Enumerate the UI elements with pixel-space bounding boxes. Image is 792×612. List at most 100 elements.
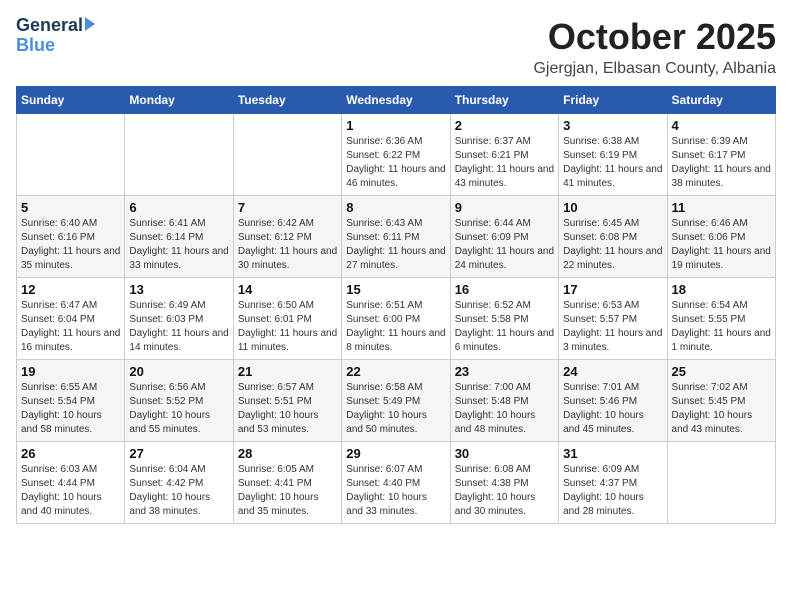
day-info: Sunrise: 6:49 AM Sunset: 6:03 PM Dayligh… (129, 299, 228, 355)
calendar-cell: 26 Sunrise: 6:03 AM Sunset: 4:44 PM Dayli… (17, 442, 125, 524)
logo-arrow-icon (85, 17, 95, 31)
calendar-cell (667, 442, 775, 524)
day-number: 12 (21, 282, 120, 297)
day-info: Sunrise: 6:52 AM Sunset: 5:58 PM Dayligh… (455, 299, 554, 355)
calendar-cell: 24 Sunrise: 7:01 AM Sunset: 5:46 PM Dayli… (559, 360, 667, 442)
day-number: 27 (129, 446, 228, 461)
page-header: General Blue October 2025 Gjergjan, Elba… (16, 16, 776, 78)
calendar-table: SundayMondayTuesdayWednesdayThursdayFrid… (16, 86, 776, 524)
title-area: October 2025 Gjergjan, Elbasan County, A… (533, 16, 776, 78)
day-info: Sunrise: 6:37 AM Sunset: 6:21 PM Dayligh… (455, 135, 554, 191)
calendar-cell: 30 Sunrise: 6:08 AM Sunset: 4:38 PM Dayli… (450, 442, 558, 524)
calendar-cell: 20 Sunrise: 6:56 AM Sunset: 5:52 PM Dayli… (125, 360, 233, 442)
day-number: 8 (346, 200, 445, 215)
day-info: Sunrise: 6:07 AM Sunset: 4:40 PM Dayligh… (346, 463, 445, 519)
day-number: 25 (672, 364, 771, 379)
calendar-cell: 3 Sunrise: 6:38 AM Sunset: 6:19 PM Daylig… (559, 114, 667, 196)
day-number: 7 (238, 200, 337, 215)
weekday-header-friday: Friday (559, 87, 667, 114)
calendar-week-1: 1 Sunrise: 6:36 AM Sunset: 6:22 PM Daylig… (17, 114, 776, 196)
weekday-header-sunday: Sunday (17, 87, 125, 114)
day-info: Sunrise: 7:00 AM Sunset: 5:48 PM Dayligh… (455, 381, 554, 437)
day-number: 10 (563, 200, 662, 215)
weekday-header-thursday: Thursday (450, 87, 558, 114)
day-info: Sunrise: 7:01 AM Sunset: 5:46 PM Dayligh… (563, 381, 662, 437)
calendar-cell: 8 Sunrise: 6:43 AM Sunset: 6:11 PM Daylig… (342, 196, 450, 278)
day-number: 22 (346, 364, 445, 379)
day-info: Sunrise: 6:45 AM Sunset: 6:08 PM Dayligh… (563, 217, 662, 273)
day-number: 14 (238, 282, 337, 297)
day-number: 24 (563, 364, 662, 379)
weekday-header-monday: Monday (125, 87, 233, 114)
month-title: October 2025 (533, 16, 776, 58)
day-info: Sunrise: 6:36 AM Sunset: 6:22 PM Dayligh… (346, 135, 445, 191)
calendar-cell: 11Sunrise: 6:46 AM Sunset: 6:06 PM Dayli… (667, 196, 775, 278)
calendar-cell: 9Sunrise: 6:44 AM Sunset: 6:09 PM Daylig… (450, 196, 558, 278)
day-number: 5 (21, 200, 120, 215)
day-number: 13 (129, 282, 228, 297)
weekday-header-row: SundayMondayTuesdayWednesdayThursdayFrid… (17, 87, 776, 114)
day-info: Sunrise: 6:08 AM Sunset: 4:38 PM Dayligh… (455, 463, 554, 519)
day-info: Sunrise: 6:55 AM Sunset: 5:54 PM Dayligh… (21, 381, 120, 437)
calendar-cell: 1 Sunrise: 6:36 AM Sunset: 6:22 PM Daylig… (342, 114, 450, 196)
day-number: 16 (455, 282, 554, 297)
weekday-header-saturday: Saturday (667, 87, 775, 114)
day-number: 19 (21, 364, 120, 379)
logo: General Blue (16, 16, 95, 56)
calendar-week-3: 12Sunrise: 6:47 AM Sunset: 6:04 PM Dayli… (17, 278, 776, 360)
calendar-cell: 7 Sunrise: 6:42 AM Sunset: 6:12 PM Daylig… (233, 196, 341, 278)
calendar-cell: 29 Sunrise: 6:07 AM Sunset: 4:40 PM Dayli… (342, 442, 450, 524)
day-number: 18 (672, 282, 771, 297)
day-info: Sunrise: 6:42 AM Sunset: 6:12 PM Dayligh… (238, 217, 337, 273)
calendar-cell: 28Sunrise: 6:05 AM Sunset: 4:41 PM Dayli… (233, 442, 341, 524)
calendar-week-2: 5 Sunrise: 6:40 AM Sunset: 6:16 PM Daylig… (17, 196, 776, 278)
calendar-cell: 12Sunrise: 6:47 AM Sunset: 6:04 PM Dayli… (17, 278, 125, 360)
calendar-cell: 4 Sunrise: 6:39 AM Sunset: 6:17 PM Daylig… (667, 114, 775, 196)
day-info: Sunrise: 6:43 AM Sunset: 6:11 PM Dayligh… (346, 217, 445, 273)
calendar-cell: 25 Sunrise: 7:02 AM Sunset: 5:45 PM Dayli… (667, 360, 775, 442)
calendar-cell: 13 Sunrise: 6:49 AM Sunset: 6:03 PM Dayli… (125, 278, 233, 360)
day-number: 23 (455, 364, 554, 379)
day-number: 6 (129, 200, 228, 215)
day-number: 15 (346, 282, 445, 297)
day-number: 2 (455, 118, 554, 133)
calendar-cell (17, 114, 125, 196)
day-info: Sunrise: 6:40 AM Sunset: 6:16 PM Dayligh… (21, 217, 120, 273)
day-number: 29 (346, 446, 445, 461)
day-number: 20 (129, 364, 228, 379)
day-number: 26 (21, 446, 120, 461)
weekday-header-wednesday: Wednesday (342, 87, 450, 114)
day-info: Sunrise: 6:03 AM Sunset: 4:44 PM Dayligh… (21, 463, 120, 519)
day-info: Sunrise: 6:58 AM Sunset: 5:49 PM Dayligh… (346, 381, 445, 437)
calendar-cell: 6 Sunrise: 6:41 AM Sunset: 6:14 PM Daylig… (125, 196, 233, 278)
calendar-cell (125, 114, 233, 196)
day-info: Sunrise: 6:38 AM Sunset: 6:19 PM Dayligh… (563, 135, 662, 191)
day-info: Sunrise: 6:46 AM Sunset: 6:06 PM Dayligh… (672, 217, 771, 273)
logo-text-line2: Blue (16, 36, 55, 56)
calendar-cell: 17Sunrise: 6:53 AM Sunset: 5:57 PM Dayli… (559, 278, 667, 360)
location-subtitle: Gjergjan, Elbasan County, Albania (533, 60, 776, 78)
calendar-week-5: 26 Sunrise: 6:03 AM Sunset: 4:44 PM Dayli… (17, 442, 776, 524)
day-info: Sunrise: 6:44 AM Sunset: 6:09 PM Dayligh… (455, 217, 554, 273)
day-number: 17 (563, 282, 662, 297)
calendar-body: 1 Sunrise: 6:36 AM Sunset: 6:22 PM Daylig… (17, 114, 776, 524)
calendar-cell: 15Sunrise: 6:51 AM Sunset: 6:00 PM Dayli… (342, 278, 450, 360)
day-info: Sunrise: 6:05 AM Sunset: 4:41 PM Dayligh… (238, 463, 337, 519)
day-number: 30 (455, 446, 554, 461)
day-info: Sunrise: 6:09 AM Sunset: 4:37 PM Dayligh… (563, 463, 662, 519)
calendar-cell: 23 Sunrise: 7:00 AM Sunset: 5:48 PM Dayli… (450, 360, 558, 442)
day-info: Sunrise: 7:02 AM Sunset: 5:45 PM Dayligh… (672, 381, 771, 437)
day-info: Sunrise: 6:54 AM Sunset: 5:55 PM Dayligh… (672, 299, 771, 355)
day-number: 3 (563, 118, 662, 133)
calendar-cell: 18 Sunrise: 6:54 AM Sunset: 5:55 PM Dayli… (667, 278, 775, 360)
logo-text-line1: General (16, 16, 83, 36)
day-number: 4 (672, 118, 771, 133)
day-info: Sunrise: 6:56 AM Sunset: 5:52 PM Dayligh… (129, 381, 228, 437)
day-number: 1 (346, 118, 445, 133)
calendar-cell: 19 Sunrise: 6:55 AM Sunset: 5:54 PM Dayli… (17, 360, 125, 442)
day-info: Sunrise: 6:39 AM Sunset: 6:17 PM Dayligh… (672, 135, 771, 191)
day-info: Sunrise: 6:57 AM Sunset: 5:51 PM Dayligh… (238, 381, 337, 437)
day-info: Sunrise: 6:04 AM Sunset: 4:42 PM Dayligh… (129, 463, 228, 519)
day-info: Sunrise: 6:50 AM Sunset: 6:01 PM Dayligh… (238, 299, 337, 355)
day-info: Sunrise: 6:41 AM Sunset: 6:14 PM Dayligh… (129, 217, 228, 273)
